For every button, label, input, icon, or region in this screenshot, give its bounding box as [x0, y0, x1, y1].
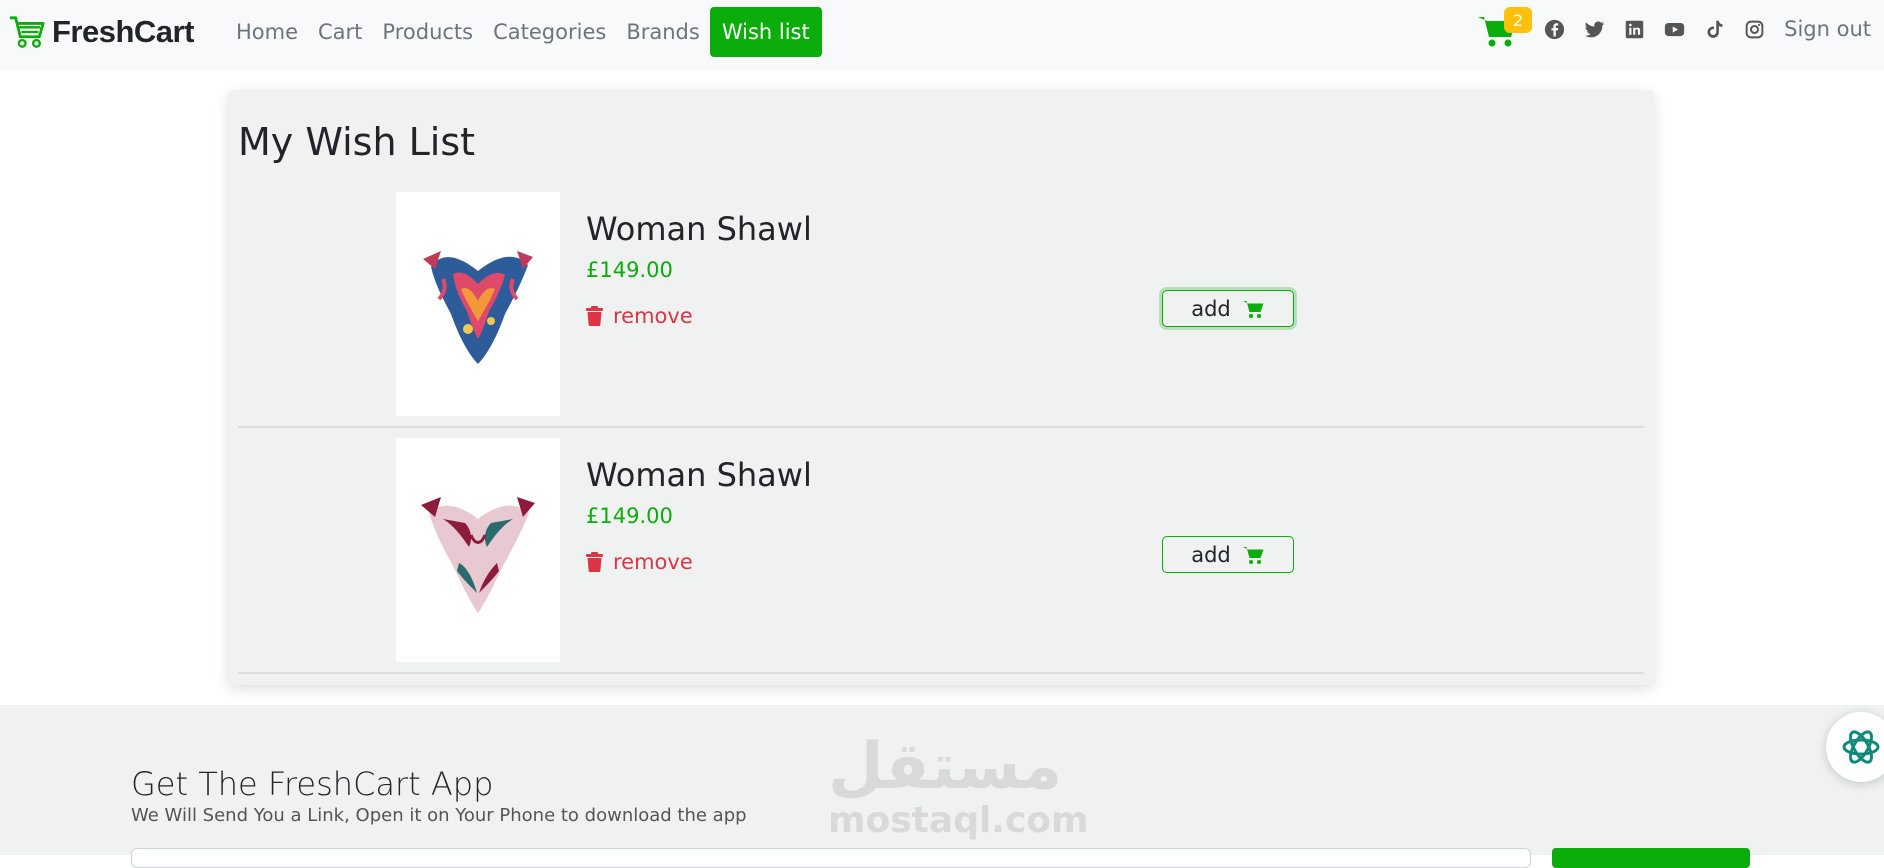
instagram-icon[interactable]: [1734, 9, 1774, 49]
nav-link-categories[interactable]: Categories: [483, 7, 616, 57]
tiktok-icon[interactable]: [1694, 9, 1734, 49]
trash-icon: [586, 306, 603, 326]
brand-name: FreshCart: [52, 14, 194, 49]
nav-link-home[interactable]: Home: [226, 7, 308, 57]
email-input[interactable]: [131, 848, 1531, 868]
cart-count-badge: 2: [1504, 7, 1533, 33]
trash-icon: [586, 552, 603, 572]
nav-link-wishlist[interactable]: Wish list: [709, 7, 822, 57]
page-title: My Wish List: [238, 120, 476, 164]
product-price: £149.00: [586, 258, 673, 282]
share-link-button[interactable]: [1552, 848, 1750, 868]
nav-link-brands[interactable]: Brands: [616, 7, 710, 57]
openai-icon: [1842, 730, 1880, 764]
remove-label: remove: [613, 304, 693, 328]
footer-subtitle: We Will Send You a Link, Open it on Your…: [131, 805, 747, 826]
navbar: FreshCart Home Cart Products Categories …: [0, 0, 1884, 70]
footer-title: Get The FreshCart App: [131, 765, 494, 803]
footer: مستقل mostaql.com Get The FreshCart App …: [0, 705, 1884, 868]
cart-icon: [1242, 546, 1264, 564]
shawl-image: [423, 251, 533, 364]
watermark-text: mostaql.com: [828, 800, 1089, 841]
wishlist-item: Woman Shawl £149.00 remove add: [238, 192, 1644, 428]
youtube-icon[interactable]: [1654, 9, 1694, 49]
add-to-cart-button[interactable]: add: [1162, 536, 1294, 573]
brand-logo[interactable]: FreshCart: [8, 12, 194, 52]
nav-right: 2 Sign out: [1476, 6, 1871, 52]
add-label: add: [1191, 296, 1231, 321]
product-image[interactable]: [396, 438, 560, 662]
wishlist-item: Woman Shawl £149.00 remove add: [238, 438, 1644, 674]
shawl-image: [421, 497, 535, 613]
nav-link-cart[interactable]: Cart: [308, 7, 372, 57]
watermark-arabic: مستقل: [828, 730, 1063, 804]
cart-logo-icon: [9, 16, 45, 48]
add-label: add: [1191, 542, 1231, 567]
nav-links: Home Cart Products Categories Brands Wis…: [226, 7, 822, 57]
signout-link[interactable]: Sign out: [1784, 17, 1871, 41]
remove-button[interactable]: remove: [586, 304, 693, 328]
remove-button[interactable]: remove: [586, 550, 693, 574]
wishlist-card: My Wish List Woman Shawl £149.00 remove …: [228, 90, 1654, 685]
product-name: Woman Shawl: [586, 456, 812, 494]
product-name: Woman Shawl: [586, 210, 812, 248]
facebook-icon[interactable]: [1534, 9, 1574, 49]
cart-icon: [1242, 300, 1264, 318]
remove-label: remove: [613, 550, 693, 574]
twitter-icon[interactable]: [1574, 9, 1614, 49]
cart-button[interactable]: 2: [1476, 7, 1533, 49]
product-image[interactable]: [396, 192, 560, 416]
nav-link-products[interactable]: Products: [372, 7, 483, 57]
add-to-cart-button[interactable]: add: [1162, 290, 1294, 327]
product-price: £149.00: [586, 504, 673, 528]
linkedin-icon[interactable]: [1614, 9, 1654, 49]
